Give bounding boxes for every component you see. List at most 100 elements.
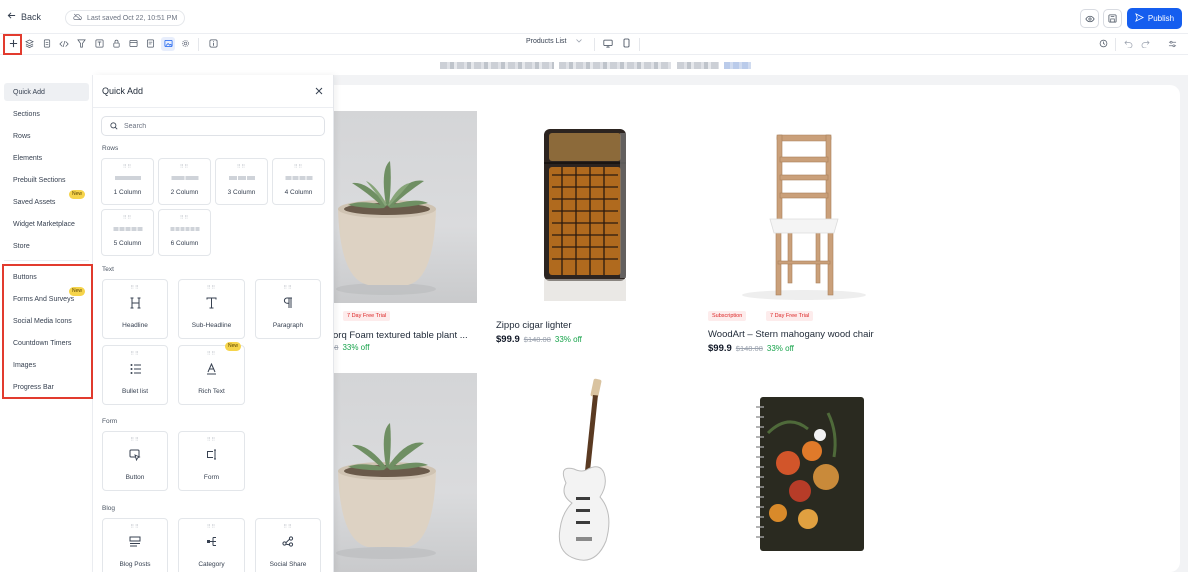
sidebar-item-label: Forms And Surveys xyxy=(13,295,75,303)
category-tile[interactable]: ⠿⠿ Category xyxy=(178,518,245,572)
redo-icon xyxy=(1141,35,1150,53)
sidebar-item-widget-marketplace[interactable]: Widget Marketplace xyxy=(4,215,89,233)
sidebar-item-label: Quick Add xyxy=(13,88,45,96)
desktop-view-button[interactable] xyxy=(601,37,615,51)
share-icon xyxy=(256,536,320,547)
sidebar-item-countdown-timers[interactable]: Countdown Timers xyxy=(4,334,89,352)
lock-button[interactable] xyxy=(109,37,123,51)
sidebar-item-social-media-icons[interactable]: Social Media Icons xyxy=(4,312,89,330)
undo-button[interactable] xyxy=(1121,37,1135,51)
text-box-button[interactable] xyxy=(92,37,106,51)
page-url-bar xyxy=(0,55,1188,75)
sidebar-item-sections[interactable]: Sections xyxy=(4,105,89,123)
back-button[interactable]: Back xyxy=(7,11,41,22)
form-input-icon xyxy=(179,449,244,460)
headline-tile[interactable]: ⠿⠿ Headline xyxy=(102,279,168,339)
product-price: .08 33% off xyxy=(328,343,369,352)
editor-toolbar: Products List xyxy=(0,34,1188,55)
cursor-click-icon xyxy=(103,449,167,461)
sidebar-item-elements[interactable]: Elements xyxy=(4,149,89,167)
funnel-button[interactable] xyxy=(74,37,88,51)
tile-label: 6 Column xyxy=(170,240,199,247)
pages-button[interactable] xyxy=(40,37,54,51)
add-element-button[interactable] xyxy=(6,37,20,51)
close-icon xyxy=(315,82,323,100)
close-panel-button[interactable] xyxy=(312,84,326,98)
social-share-tile[interactable]: ⠿⠿ Social Share xyxy=(255,518,321,572)
product-image-plant[interactable] xyxy=(328,111,477,303)
search-field[interactable] xyxy=(101,116,325,136)
row-layout-preview xyxy=(285,176,312,180)
toolbar-divider xyxy=(639,38,640,51)
code-icon xyxy=(59,35,69,53)
redo-button[interactable] xyxy=(1138,37,1152,51)
sidebar-item-store[interactable]: Store xyxy=(4,237,89,255)
drag-handle-icon: ⠿⠿ xyxy=(122,164,133,170)
product-tag: 7 Day Free Trial xyxy=(343,311,391,321)
layers-button[interactable] xyxy=(22,37,36,51)
save-button[interactable] xyxy=(1103,9,1122,28)
settings-toggle-button[interactable] xyxy=(1165,37,1179,51)
code-button[interactable] xyxy=(57,37,71,51)
product-title[interactable]: orq Foam textured table plant ... xyxy=(333,330,468,341)
row-3-column-tile[interactable]: ⠿⠿ 3 Column xyxy=(215,158,268,205)
publish-button[interactable]: Publish xyxy=(1127,8,1182,29)
sidebar-item-label: Rows xyxy=(13,132,31,140)
bullet-list-tile[interactable]: ⠿⠿ Bullet list xyxy=(102,345,168,405)
product-title[interactable]: WoodArt – Stern mahogany wood chair xyxy=(708,329,874,340)
product-image-chair[interactable] xyxy=(708,111,900,303)
text-t-icon xyxy=(179,297,244,309)
paragraph-tile[interactable]: ⠿⠿ Paragraph xyxy=(255,279,321,339)
product-image-lighter[interactable] xyxy=(496,111,674,303)
tile-label: 3 Column xyxy=(227,189,256,196)
product-image-plant[interactable] xyxy=(328,373,477,572)
undo-icon xyxy=(1123,35,1133,53)
search-input[interactable] xyxy=(124,122,314,130)
form-tile[interactable]: ⠿⠿ Form xyxy=(178,431,245,491)
product-title[interactable]: Zippo cigar lighter xyxy=(496,320,572,331)
funnel-icon xyxy=(76,35,86,53)
toolbar-divider xyxy=(1115,38,1116,51)
row-layout-preview xyxy=(171,176,198,180)
row-4-column-tile[interactable]: ⠿⠿ 4 Column xyxy=(272,158,325,205)
drag-handle-icon: ⠿⠿ xyxy=(283,524,293,530)
tile-label: Blog Posts xyxy=(119,561,151,568)
row-2-column-tile[interactable]: ⠿⠿ 2 Column xyxy=(158,158,211,205)
history-button[interactable] xyxy=(1096,37,1110,51)
discount-label: 33% off xyxy=(342,343,370,352)
discount-label: 33% off xyxy=(554,335,582,344)
rich-text-tile[interactable]: ⠿⠿ New Rich Text xyxy=(178,342,245,405)
tile-label: Headline xyxy=(122,322,148,329)
sidebar-item-progress-bar[interactable]: Progress Bar xyxy=(4,378,89,396)
product-image-guitar[interactable] xyxy=(496,373,674,572)
media-button[interactable] xyxy=(161,37,175,51)
settings-button[interactable] xyxy=(178,37,192,51)
sidebar-item-rows[interactable]: Rows xyxy=(4,127,89,145)
page-select-value: Products List xyxy=(526,38,567,45)
blog-posts-tile[interactable]: ⠿⠿ Blog Posts xyxy=(102,518,168,572)
row-6-column-tile[interactable]: ⠿⠿ 6 Column xyxy=(158,209,211,256)
page-select[interactable]: Products List xyxy=(526,38,583,45)
sidebar-item-prebuilt-sections[interactable]: Prebuilt Sections xyxy=(4,171,89,189)
layout-button[interactable] xyxy=(126,37,140,51)
text-box-icon xyxy=(95,35,104,53)
row-5-column-tile[interactable]: ⠿⠿ 5 Column xyxy=(101,209,154,256)
product-image-notebook[interactable] xyxy=(708,373,900,572)
sidebar-divider xyxy=(4,260,89,261)
original-price: $148.08 xyxy=(523,335,551,344)
info-button[interactable] xyxy=(206,37,220,51)
publish-label: Publish xyxy=(1147,14,1175,23)
product-list-section[interactable]: 7 Day Free Trial orq Foam textured table… xyxy=(300,85,1180,572)
tile-label: Category xyxy=(198,561,225,568)
row-1-column-tile[interactable]: ⠿⠿ 1 Column xyxy=(101,158,154,205)
preview-button[interactable] xyxy=(1080,9,1099,28)
mobile-view-button[interactable] xyxy=(619,37,633,51)
sidebar-item-images[interactable]: Images xyxy=(4,356,89,374)
sidebar-item-buttons[interactable]: Buttons xyxy=(4,268,89,286)
blurred-url xyxy=(440,62,554,69)
form-button[interactable] xyxy=(143,37,157,51)
sub-headline-tile[interactable]: ⠿⠿ Sub-Headline xyxy=(178,279,245,339)
sidebar-item-quick-add[interactable]: Quick Add xyxy=(4,83,89,101)
heading-icon xyxy=(103,297,167,309)
button-tile[interactable]: ⠿⠿ Button xyxy=(102,431,168,491)
